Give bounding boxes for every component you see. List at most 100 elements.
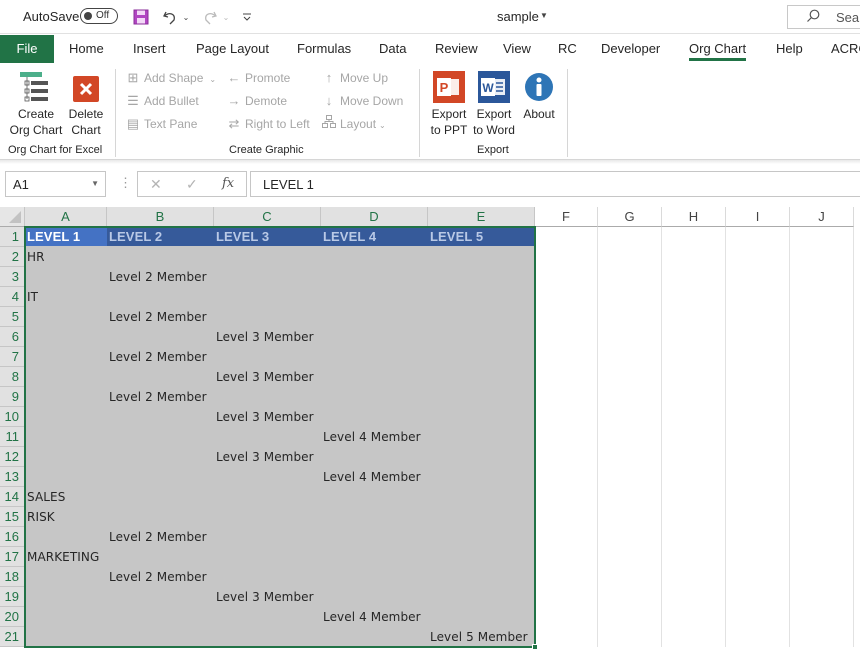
column-header-c[interactable]: C <box>214 207 321 227</box>
tab-page-layout[interactable]: Page Layout <box>196 35 269 63</box>
export-to-word-button[interactable]: W Export to Word <box>471 68 517 138</box>
row-header-5[interactable]: 5 <box>0 307 25 327</box>
column-header-f[interactable]: F <box>535 207 598 227</box>
column-header-g[interactable]: G <box>598 207 662 227</box>
row-header-11[interactable]: 11 <box>0 427 25 447</box>
cell-b7[interactable]: Level 2 Member <box>107 347 207 367</box>
row-header-1[interactable]: 1 <box>0 227 25 247</box>
header-cell-a[interactable]: LEVEL 1 <box>25 227 80 247</box>
cell-b3[interactable]: Level 2 Member <box>107 267 207 287</box>
tab-review[interactable]: Review <box>435 35 478 63</box>
cell-a2[interactable]: HR <box>25 247 45 267</box>
row-header-8[interactable]: 8 <box>0 367 25 387</box>
fill-handle[interactable] <box>532 644 538 650</box>
cell-b9[interactable]: Level 2 Member <box>107 387 207 407</box>
row-header-9[interactable]: 9 <box>0 387 25 407</box>
document-title[interactable]: sample <box>497 9 539 24</box>
search-box[interactable]: Search <box>787 5 860 29</box>
row-header-18[interactable]: 18 <box>0 567 25 587</box>
cell-c8[interactable]: Level 3 Member <box>214 367 314 387</box>
tab-developer[interactable]: Developer <box>601 35 660 63</box>
cell-d11[interactable]: Level 4 Member <box>321 427 421 447</box>
row-header-10[interactable]: 10 <box>0 407 25 427</box>
tab-acrobat[interactable]: ACROBAT <box>831 35 860 63</box>
row-header-6[interactable]: 6 <box>0 327 25 347</box>
row-header-20[interactable]: 20 <box>0 607 25 627</box>
add-shape-icon: ⊞ <box>127 70 139 85</box>
header-cell-b[interactable]: LEVEL 2 <box>107 227 162 247</box>
column-header-e[interactable]: E <box>428 207 535 227</box>
cell-d20[interactable]: Level 4 Member <box>321 607 421 627</box>
title-dropdown-icon[interactable]: ▼ <box>540 11 548 20</box>
delete-chart-button[interactable]: Delete Chart <box>66 68 106 138</box>
tab-formulas[interactable]: Formulas <box>297 35 351 63</box>
cancel-icon[interactable]: ✕ <box>150 176 162 193</box>
header-cell-e[interactable]: LEVEL 5 <box>428 227 483 247</box>
column-header-i[interactable]: I <box>726 207 790 227</box>
export-ppt-label-2: to PPT <box>430 123 468 137</box>
export-to-ppt-button[interactable]: P Export to PPT <box>428 68 470 138</box>
cell-c12[interactable]: Level 3 Member <box>214 447 314 467</box>
ribbon-tabs: File Home Insert Page Layout Formulas Da… <box>0 35 860 63</box>
header-cell-d[interactable]: LEVEL 4 <box>321 227 376 247</box>
tab-help[interactable]: Help <box>776 35 803 63</box>
undo-dropdown-icon[interactable]: ⌄ <box>181 8 191 26</box>
cell-c10[interactable]: Level 3 Member <box>214 407 314 427</box>
enter-icon[interactable]: ✓ <box>186 176 198 193</box>
cell-e21[interactable]: Level 5 Member <box>428 627 528 647</box>
row-header-4[interactable]: 4 <box>0 287 25 307</box>
tab-data[interactable]: Data <box>379 35 406 63</box>
cell-d13[interactable]: Level 4 Member <box>321 467 421 487</box>
row-header-12[interactable]: 12 <box>0 447 25 467</box>
tab-insert[interactable]: Insert <box>133 35 166 63</box>
svg-text:P: P <box>440 80 449 95</box>
column-header-h[interactable]: H <box>662 207 726 227</box>
column-header-j[interactable]: J <box>790 207 854 227</box>
row-header-3[interactable]: 3 <box>0 267 25 287</box>
column-header-a[interactable]: A <box>25 207 107 227</box>
header-cell-c[interactable]: LEVEL 3 <box>214 227 269 247</box>
row-header-13[interactable]: 13 <box>0 467 25 487</box>
insert-function-icon[interactable]: fx <box>222 176 234 191</box>
autosave-toggle[interactable]: Off <box>80 8 118 24</box>
undo-icon[interactable] <box>160 8 180 26</box>
row-header-16[interactable]: 16 <box>0 527 25 547</box>
cell-a17[interactable]: MARKETING <box>25 547 99 567</box>
row-header-7[interactable]: 7 <box>0 347 25 367</box>
cell-b5[interactable]: Level 2 Member <box>107 307 207 327</box>
column-header-b[interactable]: B <box>107 207 214 227</box>
cell-c19[interactable]: Level 3 Member <box>214 587 314 607</box>
cell-a15[interactable]: RISK <box>25 507 55 527</box>
save-icon[interactable] <box>132 8 150 26</box>
create-label-1: Create <box>17 107 55 121</box>
row-header-19[interactable]: 19 <box>0 587 25 607</box>
tab-rc[interactable]: RC <box>558 35 577 63</box>
cell-c6[interactable]: Level 3 Member <box>214 327 314 347</box>
cell-b18[interactable]: Level 2 Member <box>107 567 207 587</box>
customize-qat-icon[interactable] <box>240 8 254 26</box>
about-button[interactable]: About <box>519 68 559 122</box>
title-bar: AutoSave Off ⌄ ⌄ sample ▼ Search <box>0 0 860 34</box>
tab-org-chart[interactable]: Org Chart <box>689 35 747 63</box>
row-header-2[interactable]: 2 <box>0 247 25 267</box>
create-org-chart-button[interactable]: Create Org Chart <box>7 68 65 138</box>
row-header-14[interactable]: 14 <box>0 487 25 507</box>
cell-a14[interactable]: SALES <box>25 487 65 507</box>
select-all-button[interactable] <box>0 207 25 227</box>
tab-home[interactable]: Home <box>69 35 104 63</box>
tab-view[interactable]: View <box>503 35 531 63</box>
spreadsheet-grid[interactable]: A B C D E F G H I J 1 2 3 4 5 6 7 8 9 10 11 12 13 14 15 16 17 18 19 2… <box>0 207 860 652</box>
formula-input[interactable]: LEVEL 1 <box>250 171 860 197</box>
formula-bar-grip-icon[interactable]: ⋮ <box>119 175 132 191</box>
cell-a4[interactable]: IT <box>25 287 38 307</box>
arrow-left-icon: ← <box>227 70 241 85</box>
cell-b16[interactable]: Level 2 Member <box>107 527 207 547</box>
row-header-15[interactable]: 15 <box>0 507 25 527</box>
name-box-dropdown-icon[interactable]: ▼ <box>91 179 99 188</box>
swap-arrows-icon: ⇄ <box>228 116 240 131</box>
row-header-21[interactable]: 21 <box>0 627 25 647</box>
tab-file[interactable]: File <box>0 35 54 63</box>
row-header-17[interactable]: 17 <box>0 547 25 567</box>
column-header-d[interactable]: D <box>321 207 428 227</box>
name-box[interactable]: A1 ▼ <box>5 171 106 197</box>
